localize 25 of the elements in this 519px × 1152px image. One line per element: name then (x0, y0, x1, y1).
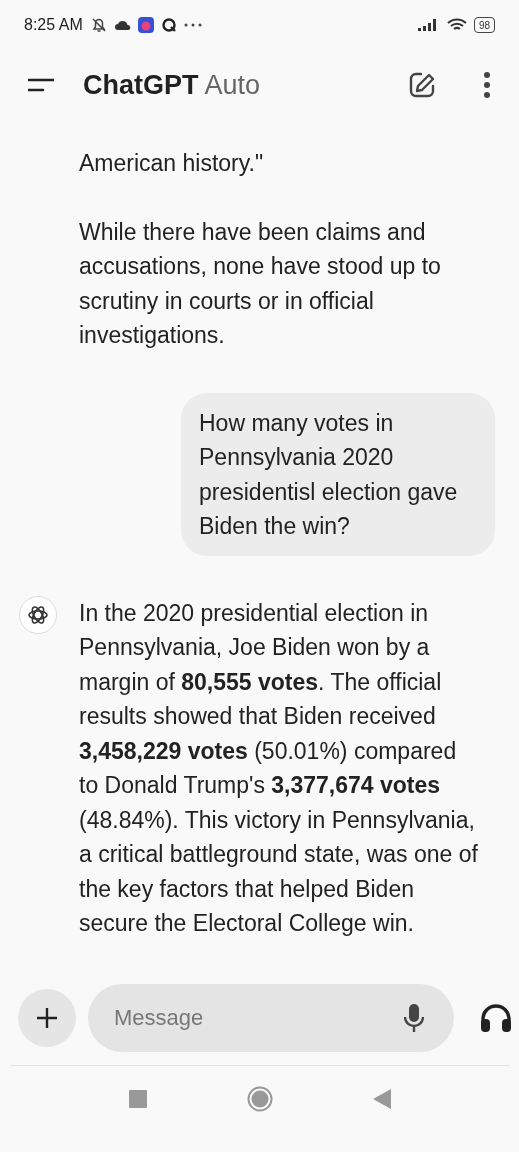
model-selector[interactable]: Auto (204, 69, 261, 100)
more-options-icon[interactable] (483, 71, 491, 99)
new-chat-icon[interactable] (408, 71, 436, 99)
assistant-message-text: In the 2020 presidential election in Pennsylvania, Joe Biden won by a margin of 80,555 votes. The official results showed that Biden received 3,458,229 votes (50.01%) compared to Donald Trump's 3,377,674 votes (48.84%). This victory in Pennsylvania, a critical battleground state, was one of the key factors that helped Biden secure the Electoral College win. (79, 598, 479, 938)
q-icon (160, 17, 177, 33)
assistant-message-text: American history." (79, 149, 265, 178)
microphone-icon[interactable] (404, 1003, 424, 1033)
user-message-text: How many votes in Pennsylvania 2020 presidentisl election gave Biden the win? (199, 408, 459, 541)
muted-bell-icon (89, 16, 108, 34)
message-input[interactable]: Message (112, 1004, 404, 1032)
more-icon (183, 23, 202, 27)
menu-icon[interactable] (28, 78, 54, 92)
battery-level: 98 (478, 19, 490, 31)
cloud-icon (114, 19, 131, 31)
wifi-icon (446, 18, 467, 32)
assistant-message-text: While there have been claims and accusations, none have stood up to scrutiny in courts or in official investigations. (79, 217, 442, 350)
app-title: ChatGPT (83, 69, 199, 100)
plus-icon (36, 1007, 58, 1029)
recents-icon[interactable] (128, 1090, 147, 1108)
home-icon[interactable] (246, 1086, 273, 1112)
status-time: 8:25 AM (24, 16, 83, 34)
app-icon (137, 17, 154, 33)
back-icon[interactable] (372, 1089, 391, 1109)
message-field[interactable]: Message (88, 984, 454, 1052)
headphones-icon[interactable] (480, 1004, 512, 1032)
